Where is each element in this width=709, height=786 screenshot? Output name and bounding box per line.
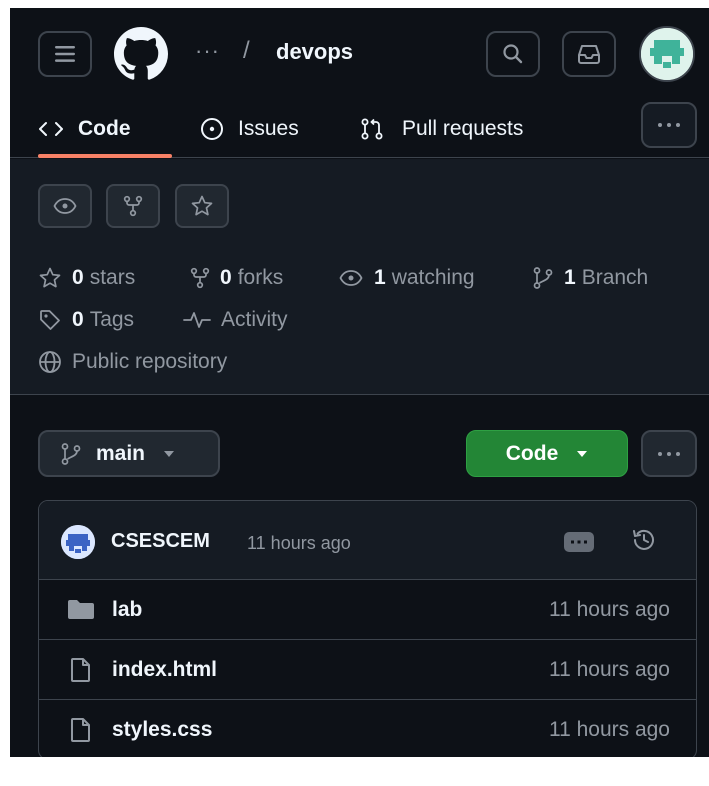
menu-button[interactable] [38, 31, 92, 77]
code-download-button[interactable]: Code [466, 430, 628, 477]
history-icon[interactable] [629, 525, 659, 555]
visibility-label: Public repository [72, 350, 228, 373]
search-icon [502, 43, 524, 65]
hamburger-menu-icon [53, 44, 77, 64]
star-icon [38, 266, 62, 290]
stars-count: 0 [72, 266, 84, 289]
tag-icon [38, 308, 62, 332]
repo-forked-icon [123, 195, 143, 217]
file-name[interactable]: styles.css [112, 718, 212, 742]
repo-more-actions-button[interactable] [641, 430, 697, 477]
folder-icon [67, 597, 95, 621]
triangle-down-icon [163, 450, 175, 458]
watching-stat[interactable]: 1 watching [338, 266, 475, 290]
tab-pull-requests-label: Pull requests [402, 117, 524, 140]
activity-label: Activity [221, 308, 288, 331]
kebab-horizontal-icon [656, 451, 682, 457]
commit-message-toggle[interactable] [564, 532, 594, 552]
github-logo-icon[interactable] [114, 27, 168, 81]
repo-name-breadcrumb[interactable]: devops [276, 39, 353, 65]
file-icon [67, 717, 95, 743]
tags-label: Tags [89, 308, 135, 331]
file-row-lab[interactable]: lab 11 hours ago [39, 580, 696, 640]
branch-stat[interactable]: 1 Branch [532, 266, 648, 290]
activity-link[interactable]: Activity [183, 308, 288, 332]
tab-code-label: Code [78, 117, 131, 140]
pulse-icon [183, 310, 211, 330]
star-button[interactable] [175, 184, 229, 228]
visibility-info: Public repository [38, 350, 227, 374]
file-name[interactable]: index.html [112, 658, 217, 682]
branch-label: Branch [581, 266, 649, 289]
user-avatar[interactable] [639, 26, 695, 82]
issue-opened-icon [200, 117, 224, 141]
git-pull-request-icon [360, 117, 384, 141]
latest-commit-row: CSESCEM 11 hours ago [39, 501, 696, 580]
file-row-styles-css[interactable]: styles.css 11 hours ago [39, 700, 696, 757]
eye-icon [338, 269, 364, 287]
repo-meta-panel: 0 stars 0 forks 1 watching 1 Branch 0 Ta… [10, 159, 709, 395]
file-row-index-html[interactable]: index.html 11 hours ago [39, 640, 696, 700]
file-list: CSESCEM 11 hours ago lab 11 hours ago in… [38, 500, 697, 757]
stars-stat[interactable]: 0 stars [38, 266, 135, 290]
repo-forked-icon [190, 267, 210, 289]
app-header: ··· / devops [10, 8, 709, 100]
eye-icon [53, 197, 77, 215]
commit-author-name[interactable]: CSESCEM [111, 529, 210, 553]
forks-count: 0 [220, 266, 232, 289]
selected-tab-indicator [38, 154, 172, 158]
stars-label: stars [89, 266, 136, 289]
fork-button[interactable] [106, 184, 160, 228]
inbox-icon [577, 43, 601, 65]
git-branch-icon [60, 442, 82, 466]
star-icon [190, 194, 214, 218]
watch-button[interactable] [38, 184, 92, 228]
file-time: 11 hours ago [548, 718, 670, 741]
branch-selector-button[interactable]: main [38, 430, 220, 477]
forks-stat[interactable]: 0 forks [190, 266, 283, 290]
breadcrumb-separator: / [243, 37, 250, 64]
ellipsis-icon [570, 540, 588, 544]
tab-issues-label: Issues [238, 117, 299, 140]
file-icon [67, 657, 95, 683]
github-mobile-repo-page: ··· / devops Code Issues Pull requests 0… [10, 8, 709, 757]
branch-count: 1 [564, 266, 576, 289]
tab-issues[interactable]: Issues [200, 100, 299, 158]
tab-pull-requests[interactable]: Pull requests [360, 100, 523, 158]
watching-label: watching [391, 266, 475, 289]
commit-time: 11 hours ago [247, 533, 351, 553]
branch-name: main [96, 441, 146, 465]
tags-stat[interactable]: 0 Tags [38, 308, 134, 332]
file-time: 11 hours ago [548, 658, 670, 681]
code-button-label: Code [505, 441, 559, 465]
file-name[interactable]: lab [112, 598, 142, 622]
code-icon [38, 120, 64, 138]
repo-tab-nav: Code Issues Pull requests [10, 100, 709, 158]
search-button[interactable] [486, 31, 540, 77]
tab-code[interactable]: Code [38, 100, 172, 158]
git-branch-icon [532, 266, 554, 290]
file-time: 11 hours ago [548, 598, 670, 621]
tags-count: 0 [72, 308, 84, 331]
forks-label: forks [237, 266, 284, 289]
breadcrumb-ellipsis[interactable]: ··· [195, 40, 220, 62]
globe-icon [38, 350, 62, 374]
commit-author-avatar[interactable] [61, 525, 95, 559]
triangle-down-icon [576, 450, 588, 458]
kebab-horizontal-icon [656, 122, 682, 128]
more-tabs-button[interactable] [641, 102, 697, 148]
inbox-button[interactable] [562, 31, 616, 77]
watching-count: 1 [374, 266, 386, 289]
